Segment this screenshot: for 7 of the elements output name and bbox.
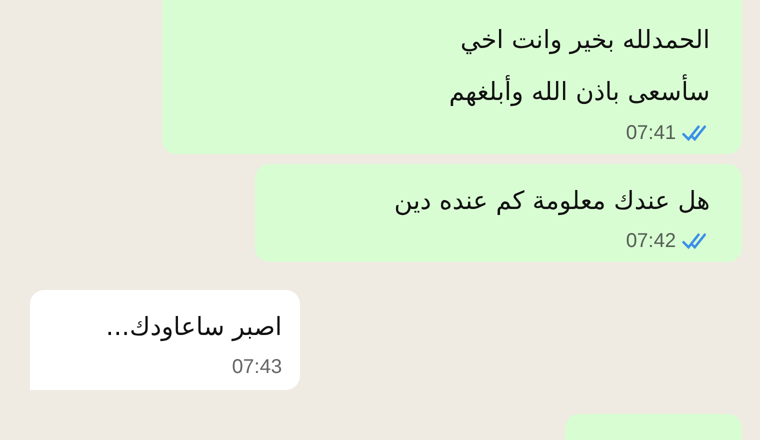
message-time: 07:43	[232, 356, 282, 378]
message-time: 07:41	[626, 122, 676, 144]
message-text: اصبر ساعاودك...	[104, 311, 282, 344]
message-text: سأسعى باذن الله وأبلغهم	[184, 66, 710, 118]
message-text: هل عندك معلومة كم عنده دين	[393, 185, 710, 218]
message-text: الحمدلله بخير وانت اخي	[459, 24, 710, 56]
message-time: 07:42	[626, 230, 676, 252]
